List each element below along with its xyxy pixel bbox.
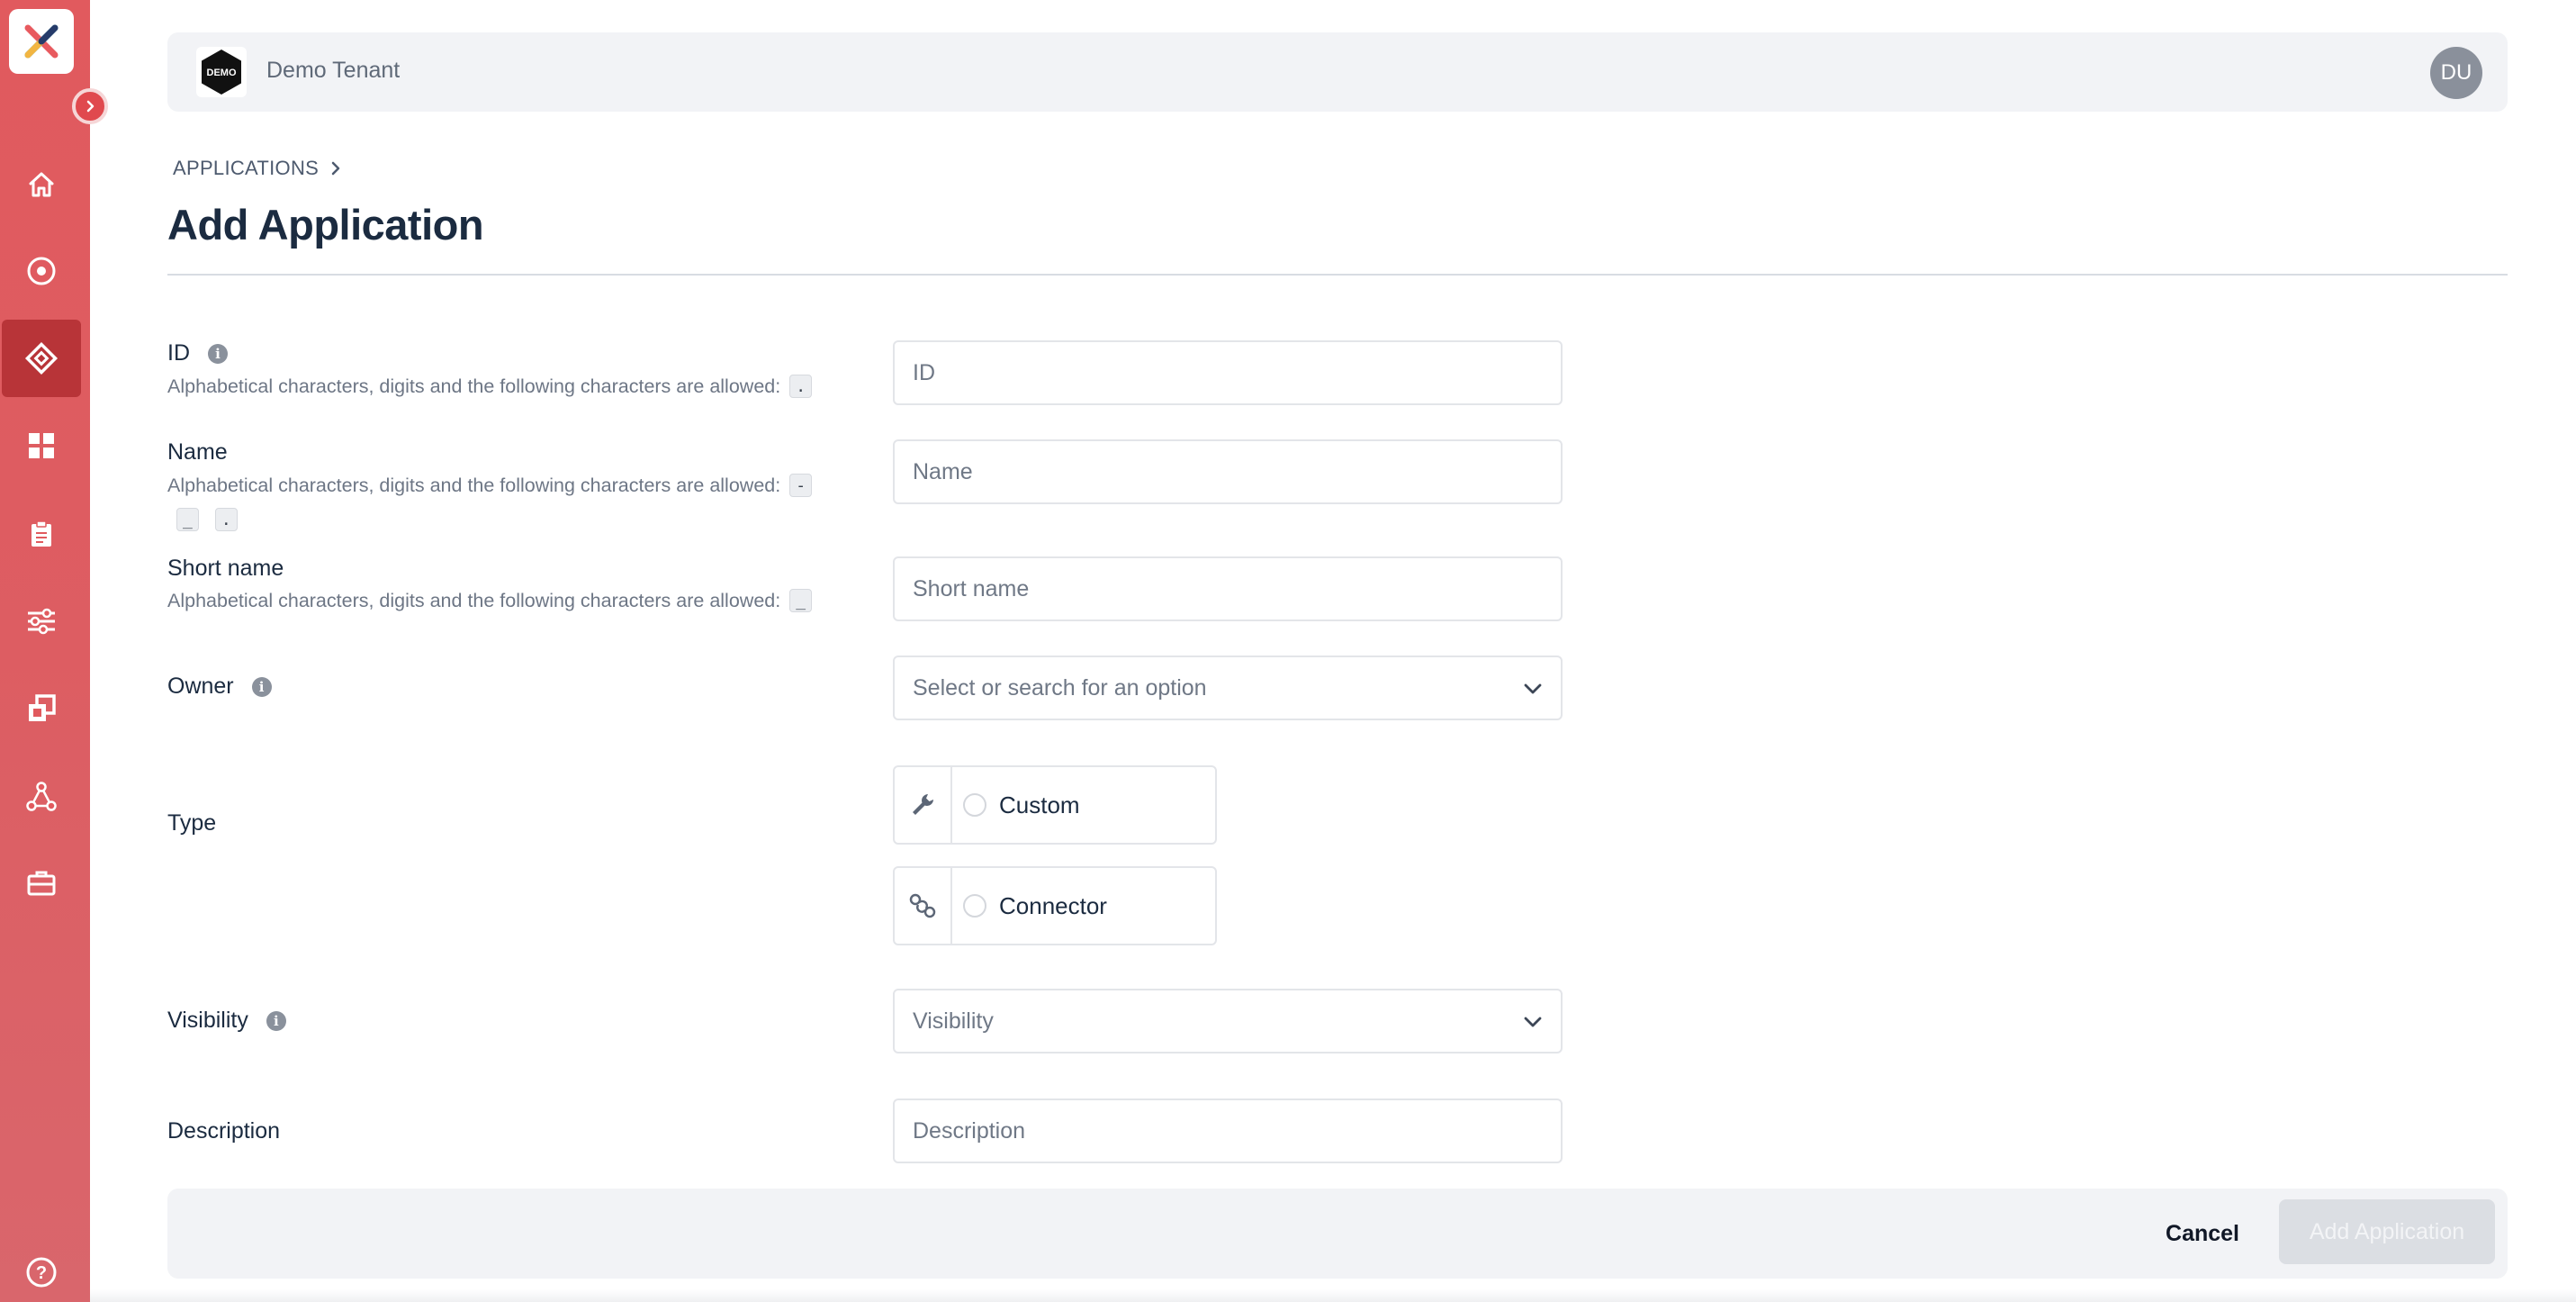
chevron-right-icon — [331, 161, 340, 176]
radio-button[interactable] — [963, 793, 986, 817]
allowed-char-chip: . — [789, 375, 813, 398]
sidebar-item-help[interactable]: ? — [2, 1234, 81, 1302]
name-hint-text: Alphabetical characters, digits and the … — [167, 474, 781, 496]
allowed-char-chip: _ — [789, 589, 813, 612]
breadcrumb: APPLICATIONS — [173, 157, 342, 180]
sidebar-item-home[interactable] — [2, 146, 81, 223]
short-name-hint-text: Alphabetical characters, digits and the … — [167, 589, 781, 611]
allowed-char-chip: - — [789, 474, 813, 497]
page-title: Add Application — [167, 201, 484, 249]
name-hint: Alphabetical characters, digits and the … — [167, 474, 833, 531]
sidebar-item-clipboard[interactable] — [2, 495, 81, 573]
cancel-button[interactable]: Cancel — [2166, 1214, 2239, 1253]
sidebar-item-target[interactable] — [2, 232, 81, 310]
description-label-text: Description — [167, 1118, 281, 1144]
owner-label: Owner i — [167, 674, 272, 700]
type-option-custom-label: Custom — [999, 791, 1080, 818]
user-avatar[interactable]: DU — [2430, 47, 2482, 99]
add-application-button[interactable]: Add Application — [2279, 1199, 2495, 1264]
bottom-shadow — [90, 1289, 2576, 1302]
wrench-icon-container — [895, 767, 952, 843]
target-icon — [27, 257, 56, 285]
svg-text:DEMO: DEMO — [207, 68, 237, 78]
app-logo[interactable] — [9, 9, 74, 74]
tenant-name[interactable]: Demo Tenant — [266, 58, 400, 84]
svg-text:?: ? — [36, 1263, 47, 1283]
form-footer: Cancel Add Application — [167, 1189, 2508, 1279]
type-option-connector-label: Connector — [999, 891, 1107, 919]
owner-select-placeholder: Select or search for an option — [913, 674, 1207, 701]
toolbox-icon — [27, 871, 56, 896]
clipboard-icon — [32, 520, 51, 547]
radio-button[interactable] — [963, 894, 986, 918]
sidebar-item-copy[interactable] — [2, 670, 81, 747]
help-circle-icon: ? — [26, 1257, 57, 1288]
name-input[interactable] — [893, 439, 1563, 504]
title-divider — [167, 274, 2508, 276]
type-option-custom[interactable]: Custom — [893, 765, 1217, 845]
owner-label-text: Owner — [167, 674, 234, 699]
short-name-label-text: Short name — [167, 556, 284, 581]
link-icon — [909, 893, 936, 918]
id-input[interactable] — [893, 340, 1563, 405]
id-hint: Alphabetical characters, digits and the … — [167, 375, 813, 398]
link-icon-container — [895, 868, 952, 944]
allowed-char-chip: . — [214, 508, 238, 531]
id-hint-text: Alphabetical characters, digits and the … — [167, 375, 781, 397]
description-label: Description — [167, 1118, 280, 1144]
sidebar-item-settings-sliders[interactable] — [2, 583, 81, 660]
allowed-char-chip: _ — [176, 508, 199, 531]
id-label: ID i — [167, 340, 228, 366]
sidebar-expand-button[interactable] — [72, 88, 108, 124]
visibility-select[interactable]: Visibility — [893, 989, 1563, 1053]
sidebar-item-applications[interactable] — [2, 320, 81, 397]
app-logo-icon — [24, 24, 59, 59]
short-name-label: Short name — [167, 556, 284, 582]
chevron-down-icon — [1524, 683, 1542, 694]
sidebar: ? — [0, 0, 90, 1302]
visibility-label-text: Visibility — [167, 1008, 248, 1033]
top-header: DEMO Demo Tenant DU — [167, 32, 2508, 112]
sliders-icon — [28, 608, 55, 635]
short-name-hint: Alphabetical characters, digits and the … — [167, 589, 813, 612]
id-label-text: ID — [167, 340, 190, 366]
short-name-input[interactable] — [893, 556, 1563, 621]
network-icon — [26, 782, 57, 811]
type-option-connector[interactable]: Connector — [893, 866, 1217, 945]
type-label: Type — [167, 810, 216, 836]
breadcrumb-applications-link[interactable]: APPLICATIONS — [173, 157, 319, 180]
name-label-text: Name — [167, 439, 228, 465]
tenant-logo-icon: DEMO — [196, 47, 247, 97]
name-label: Name — [167, 439, 228, 466]
sidebar-item-toolbox[interactable] — [2, 845, 81, 922]
dashboard-icon — [29, 433, 54, 458]
info-icon[interactable]: i — [208, 343, 228, 364]
sidebar-item-dashboard[interactable] — [2, 407, 81, 484]
chevron-right-icon — [86, 100, 95, 113]
tenant-logo: DEMO — [196, 47, 247, 97]
wrench-icon — [913, 794, 933, 815]
applications-icon — [24, 341, 59, 375]
info-icon[interactable]: i — [266, 1010, 286, 1031]
owner-select[interactable]: Select or search for an option — [893, 656, 1563, 720]
visibility-select-placeholder: Visibility — [913, 1008, 994, 1034]
copy-icon — [29, 694, 56, 721]
sidebar-item-network[interactable] — [2, 758, 81, 836]
chevron-down-icon — [1524, 1017, 1542, 1027]
description-input[interactable] — [893, 1099, 1563, 1163]
home-icon — [29, 172, 54, 197]
info-icon[interactable]: i — [251, 676, 272, 697]
type-label-text: Type — [167, 810, 217, 836]
visibility-label: Visibility i — [167, 1008, 286, 1034]
